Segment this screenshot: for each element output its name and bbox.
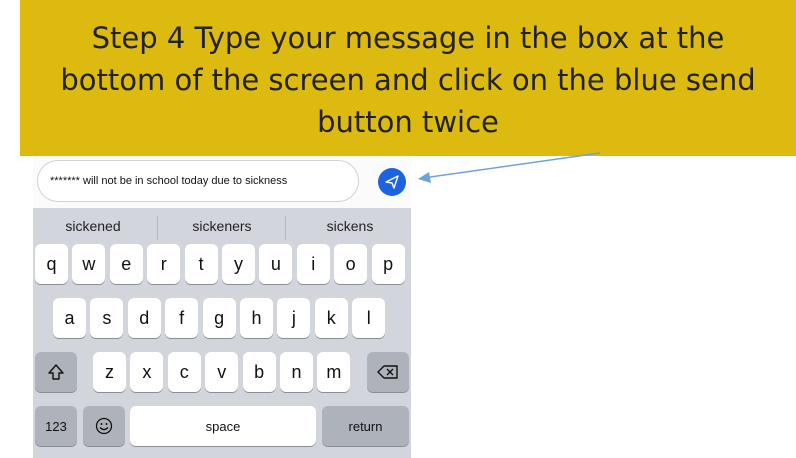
key-c[interactable]: c <box>167 352 201 392</box>
key-w[interactable]: w <box>72 244 106 284</box>
key-j[interactable]: j <box>277 298 311 338</box>
backspace-icon <box>377 365 398 379</box>
message-input[interactable]: ******* will not be in school today due … <box>37 160 359 202</box>
suggestion-sickens[interactable]: sickens <box>295 218 405 234</box>
arrow-line <box>422 152 601 179</box>
key-m[interactable]: m <box>317 352 351 392</box>
key-y[interactable]: y <box>222 244 255 284</box>
key-e[interactable]: e <box>109 244 143 284</box>
return-key[interactable]: return <box>322 406 409 446</box>
space-key[interactable]: space <box>130 406 316 446</box>
key-o[interactable]: o <box>334 244 368 284</box>
key-t[interactable]: t <box>184 244 218 284</box>
key-i[interactable]: i <box>296 244 330 284</box>
key-b[interactable]: b <box>242 352 276 392</box>
key-k[interactable]: k <box>314 298 348 338</box>
key-x[interactable]: x <box>130 352 164 392</box>
key-p[interactable]: p <box>371 244 405 284</box>
numbers-key[interactable]: 123 <box>35 406 77 446</box>
key-h[interactable]: h <box>240 298 273 338</box>
suggestion-sickened[interactable]: sickened <box>38 218 148 234</box>
message-bar: ******* will not be in school today due … <box>33 156 411 208</box>
arrow-head <box>418 172 431 183</box>
key-u[interactable]: u <box>259 244 293 284</box>
key-r[interactable]: r <box>147 244 181 284</box>
emoji-key[interactable] <box>83 406 125 446</box>
send-button[interactable] <box>378 168 406 196</box>
key-s[interactable]: s <box>90 298 124 338</box>
suggestion-divider <box>157 216 158 240</box>
key-g[interactable]: g <box>202 298 236 338</box>
shift-key[interactable] <box>35 352 77 392</box>
phone-screenshot: ******* will not be in school today due … <box>33 156 411 458</box>
key-f[interactable]: f <box>165 298 199 338</box>
key-a[interactable]: a <box>53 298 86 338</box>
backspace-key[interactable] <box>367 352 409 392</box>
key-v[interactable]: v <box>205 352 239 392</box>
key-z[interactable]: z <box>93 352 126 392</box>
suggestion-sickeners[interactable]: sickeners <box>167 218 277 234</box>
send-icon <box>385 175 399 189</box>
key-q[interactable]: q <box>35 244 68 284</box>
suggestion-divider <box>285 216 286 240</box>
shift-icon <box>48 364 64 380</box>
key-d[interactable]: d <box>127 298 161 338</box>
emoji-icon <box>95 417 113 435</box>
key-l[interactable]: l <box>352 298 386 338</box>
key-n[interactable]: n <box>280 352 313 392</box>
